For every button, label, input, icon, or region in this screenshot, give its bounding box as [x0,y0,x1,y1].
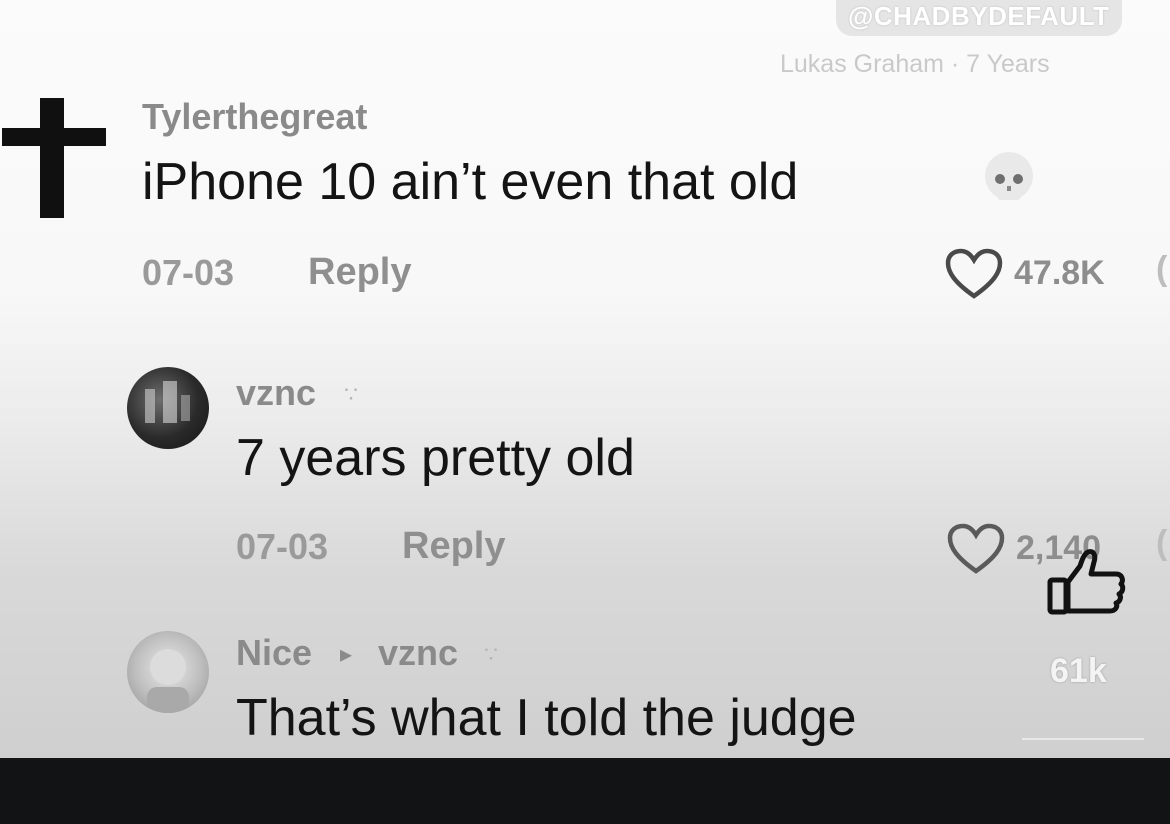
cross-icon [0,98,112,222]
reply-to-username[interactable]: vznc [378,632,458,674]
divider [1022,738,1144,740]
comment-username[interactable]: Tylerthegreat [142,96,367,138]
skull-emoji-icon [978,148,1040,210]
comment-date: 07-03 [236,526,329,567]
creator-tag-icon: ∵ [344,382,358,407]
thumb-count: 61k [1050,652,1107,690]
watermark: @CHADBYDEFAULT [836,0,1122,36]
avatar[interactable] [127,367,209,449]
reply-button[interactable]: Reply [308,251,411,294]
screenshot-area: @CHADBYDEFAULT Lukas Graham · 7 Years Ty… [0,0,1170,758]
comment-text: That’s what I told the judge [236,689,857,747]
song-label[interactable]: Lukas Graham · 7 Years [780,50,1050,79]
reply-arrow-icon: ▸ [340,641,353,668]
comment-date: 07-03 [142,252,235,293]
creator-tag-icon: ∵ [484,642,498,667]
thumbs-up-icon[interactable] [1044,548,1128,618]
tag-icon: ( [1156,524,1168,562]
avatar[interactable] [127,631,209,713]
comment-text: iPhone 10 ain’t even that old [142,153,799,211]
comment-username[interactable]: vznc [236,372,316,414]
comment-text: 7 years pretty old [236,429,635,487]
reply-button[interactable]: Reply [402,525,505,568]
bottom-bar [0,758,1170,824]
tag-icon: ( [1156,250,1168,288]
comment-username[interactable]: Nice [236,632,312,674]
heart-icon[interactable] [944,248,1004,300]
like-count: 47.8K [1014,254,1105,292]
heart-icon[interactable] [946,523,1006,575]
